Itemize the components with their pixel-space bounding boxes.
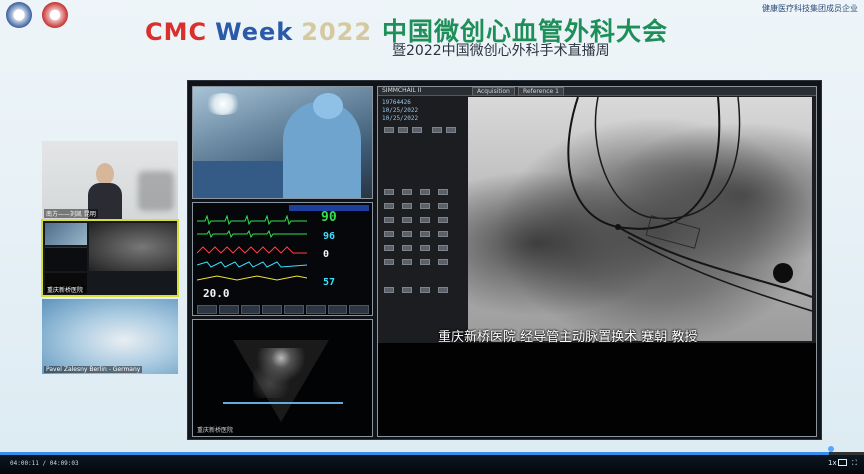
echocardiogram-feed: 重庆新桥医院	[192, 319, 373, 437]
title-week: Week	[215, 18, 294, 46]
fullscreen-icon[interactable]: ⛶	[852, 459, 857, 468]
patient-monitor-feed: 90 96 0 57 20.0	[192, 202, 373, 316]
participant-label: 重庆新桥医院	[45, 285, 86, 294]
cath-system-name: SIMMCHAIL II	[382, 87, 422, 94]
pa-value: 0	[323, 249, 330, 260]
participant-tile-speaker[interactable]: 南方——刘凯 昆明	[42, 141, 178, 219]
ecg-waveform	[197, 215, 307, 225]
temp-value: 20.0	[203, 287, 230, 300]
pressure-waveform	[197, 246, 307, 254]
ecg-waveform-2	[197, 229, 307, 239]
tab-reference: Reference 1	[518, 87, 564, 96]
spo2-waveform	[197, 261, 307, 268]
playback-speed-button[interactable]: 1x	[828, 459, 837, 467]
title-cmc: CMC	[145, 18, 208, 46]
heart-rate-value: 90	[321, 210, 337, 225]
cath-patient-info: 19764426 10/25/2022 10/25/2022	[382, 99, 419, 122]
main-video-stage[interactable]: 90 96 0 57 20.0 重庆新桥医院 SIMMCHAIL II Acqu…	[187, 80, 822, 440]
picture-in-picture-icon[interactable]	[838, 459, 847, 466]
video-player-controls: 04:00:11 / 04:09:03 1x ⛶	[0, 452, 864, 474]
event-subtitle: 暨2022中国微创心外科手术直播周	[392, 43, 610, 59]
fluoroscopy-image	[468, 97, 812, 341]
sponsor-corner: 健康医疗科技集团成员企业	[762, 3, 858, 14]
title-year: 2022	[301, 18, 373, 46]
operating-room-feed	[192, 86, 373, 199]
catheter-wires	[567, 97, 812, 312]
cath-control-panel	[382, 127, 468, 327]
echo-source-label: 重庆新桥医院	[197, 427, 234, 434]
participant-tile-remote[interactable]: Pavel Zalesny Berlin - Germany	[42, 299, 178, 374]
society-logo	[42, 2, 68, 28]
sponsor-org-text: 健康医疗科技集团成员企业	[762, 4, 858, 13]
spo2-value: 96	[323, 231, 336, 242]
resp-waveform	[197, 275, 307, 281]
cmc-logo	[6, 2, 32, 28]
resp-value: 57	[323, 277, 336, 288]
angiography-feed: SIMMCHAIL II Acquisition Reference 1 197…	[377, 86, 817, 437]
progress-bar[interactable]	[0, 452, 864, 455]
participant-label: Pavel Zalesny Berlin - Germany	[44, 366, 143, 373]
tab-acquisition: Acquisition	[472, 87, 515, 96]
time-readout: 04:00:11 / 04:09:03	[10, 460, 79, 467]
monitor-softkeys	[197, 305, 369, 314]
participant-label: 南方——刘凯 昆明	[44, 209, 98, 218]
participant-tile-active[interactable]: 重庆新桥医院	[41, 219, 179, 297]
